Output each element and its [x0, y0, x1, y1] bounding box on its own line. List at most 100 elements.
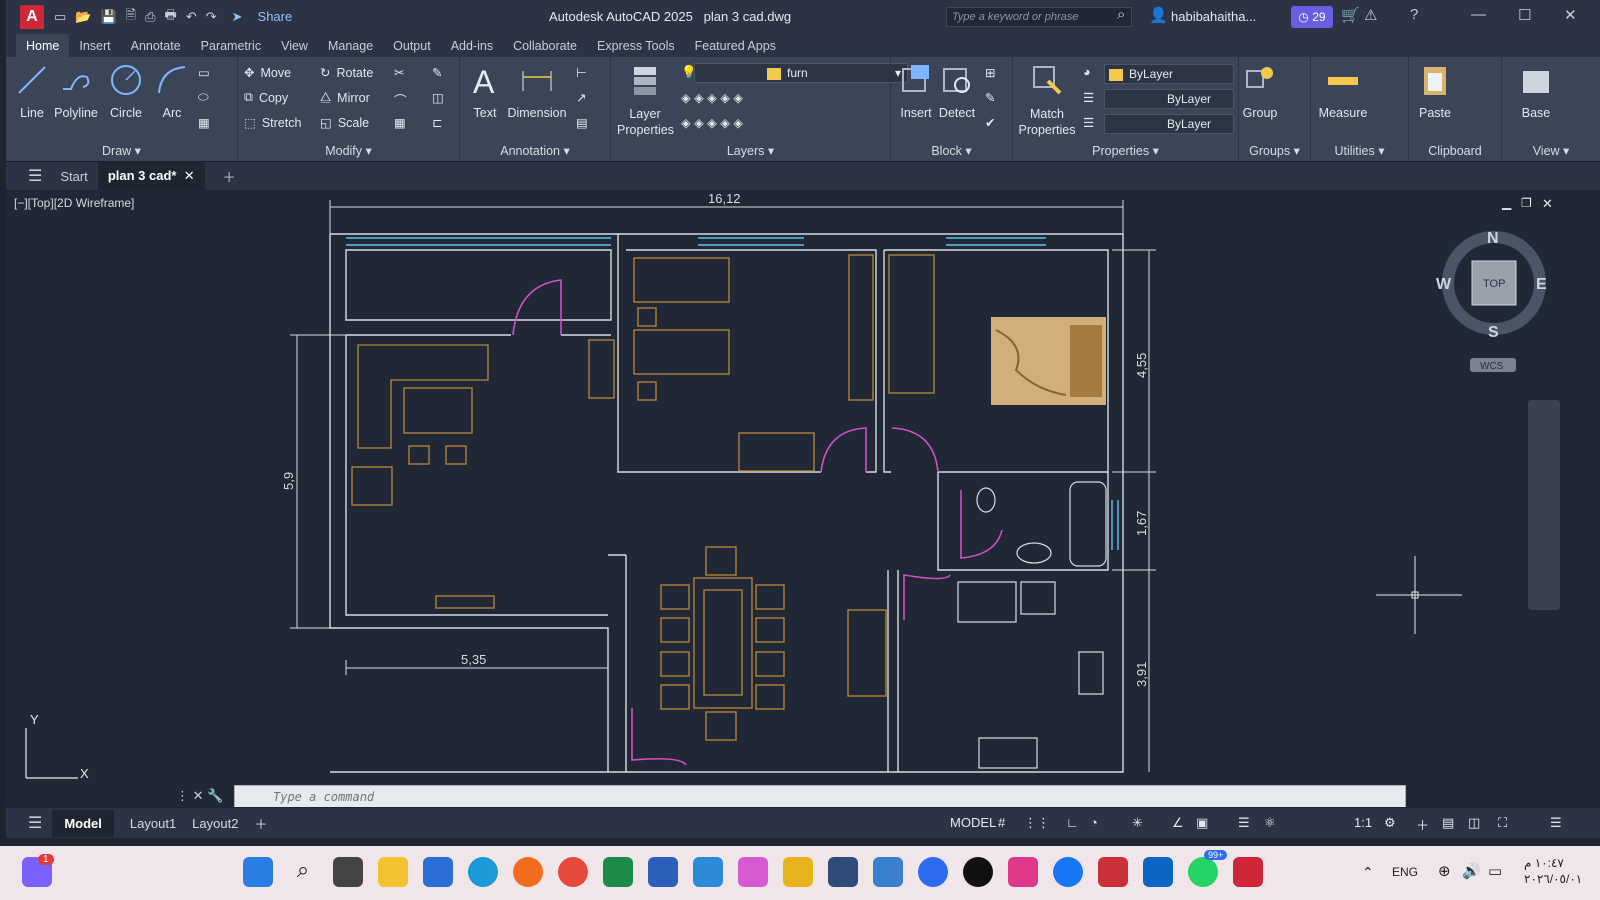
tab-layout2[interactable]: Layout2 [192, 816, 238, 831]
linetype-icon[interactable]: ☰ [1083, 90, 1094, 105]
chrome-icon[interactable] [558, 857, 588, 887]
array-icon[interactable]: ▦ [394, 115, 406, 130]
command-input[interactable] [235, 786, 1405, 807]
detect-button[interactable]: Detect [937, 63, 977, 120]
clock-time[interactable]: ١٠:٤٧ م [1524, 856, 1564, 870]
layers-panel-title[interactable]: Layers ▾ [611, 143, 890, 158]
lineweight-dropdown[interactable]: ByLayer [1104, 114, 1234, 134]
tab-plan-3-cad[interactable]: plan 3 cad* ✕ [97, 162, 205, 190]
start-menu-icon[interactable] [243, 857, 273, 887]
new-file-icon[interactable]: ▭ [54, 9, 66, 25]
clean-screen-icon[interactable]: ⛶ [1498, 815, 1507, 831]
clock-date[interactable]: ٢٠٢٦/٠٥/٠١ [1524, 872, 1582, 886]
whatsapp-icon[interactable] [1188, 857, 1218, 887]
open-file-icon[interactable]: 📂 [75, 9, 91, 25]
excel-icon[interactable] [603, 857, 633, 887]
user-name[interactable]: habibahaitha... [1171, 9, 1256, 24]
save-as-icon[interactable]: 🗎 [126, 6, 136, 28]
customization-icon[interactable]: ☰ [1550, 815, 1562, 831]
annotation-scale[interactable]: 1:1 [1354, 815, 1372, 830]
isolate-objects-icon[interactable]: ◫ [1468, 815, 1480, 831]
attribute-icon[interactable]: ✔ [985, 115, 995, 130]
viewcube-top[interactable]: TOP [1483, 278, 1505, 290]
search-taskbar-icon[interactable]: ⌕ [288, 857, 318, 887]
notepad-icon[interactable] [873, 857, 903, 887]
polyline-button[interactable]: Polyline [52, 63, 100, 120]
tab-layout1[interactable]: Layout1 [130, 816, 176, 831]
paste-button[interactable]: Paste [1417, 63, 1453, 120]
linkedin-icon[interactable] [1143, 857, 1173, 887]
hatch-icon[interactable]: ▦ [198, 115, 210, 130]
help-search-input[interactable]: Type a keyword or phrase [946, 7, 1132, 27]
close-tab-icon[interactable]: ✕ [184, 168, 195, 183]
scale-button[interactable]: ◱ Scale [320, 115, 369, 131]
tab-home[interactable]: Home [16, 34, 70, 57]
modify-panel-title[interactable]: Modify ▾ [238, 143, 459, 158]
cart-icon[interactable]: 🛒 [1341, 6, 1360, 24]
copy-button[interactable]: ⧉ Copy [244, 90, 288, 105]
text-button[interactable]: A Text [468, 63, 502, 120]
autocad-logo-icon[interactable]: A [20, 4, 44, 29]
groups-panel-title[interactable]: Groups ▾ [1239, 143, 1310, 158]
edit-block-icon[interactable]: ✎ [985, 90, 995, 105]
add-layout-icon[interactable]: ＋ [254, 814, 267, 833]
minimize-icon[interactable]: — [1471, 6, 1486, 23]
navigation-bar[interactable] [1528, 400, 1560, 610]
tab-collaborate[interactable]: Collaborate [503, 34, 587, 57]
hardware-acceleration-icon[interactable]: ▤ [1442, 815, 1454, 831]
word-icon[interactable] [648, 857, 678, 887]
lineweight-icon[interactable]: ☰ [1083, 115, 1094, 130]
tab-model[interactable]: Model [52, 809, 114, 837]
close-icon[interactable]: ✕ [1564, 6, 1577, 24]
menu-icon[interactable]: ☰ [28, 166, 42, 186]
insert-button[interactable]: Insert [897, 63, 935, 120]
file-explorer-icon[interactable] [378, 857, 408, 887]
move-button[interactable]: ✥ Move [244, 65, 291, 81]
tab-view[interactable]: View [271, 34, 318, 57]
draw-panel-title[interactable]: Draw ▾ [6, 143, 237, 158]
share-button[interactable]: Share [258, 9, 293, 24]
tab-add-ins[interactable]: Add-ins [441, 34, 503, 57]
zoom-icon[interactable] [918, 857, 948, 887]
offset-icon[interactable]: ⊏ [432, 115, 442, 130]
search-icon[interactable]: ⌕ [1117, 6, 1125, 23]
model-space-toggle[interactable]: MODEL [950, 815, 996, 830]
trim-icon[interactable]: ✂ [394, 65, 404, 80]
show-lineweight-icon[interactable]: ☰ [1238, 815, 1250, 831]
compass-east[interactable]: E [1536, 276, 1547, 293]
fillet-icon[interactable]: ⌒ [394, 90, 407, 109]
utilities-panel-title[interactable]: Utilities ▾ [1311, 143, 1408, 158]
battery-icon[interactable]: ▭ [1488, 862, 1502, 880]
create-block-icon[interactable]: ⊞ [985, 65, 995, 80]
mirror-button[interactable]: ⧋ Mirror [320, 90, 370, 105]
grid-icon[interactable]: # [998, 815, 1005, 830]
lineweight-toggle-icon[interactable]: ∠ [1172, 815, 1184, 831]
compass-north[interactable]: N [1487, 230, 1499, 247]
tab-insert[interactable]: Insert [69, 34, 120, 57]
color-dropdown[interactable]: ByLayer [1104, 64, 1234, 84]
tab-manage[interactable]: Manage [318, 34, 383, 57]
copilot-icon[interactable] [738, 857, 768, 887]
wcs-menu[interactable]: WCS [1480, 361, 1504, 372]
command-line[interactable] [234, 785, 1406, 807]
floor-plan-drawing[interactable]: 16,12 5,9 5,35 4,55 1,67 3,91 TOP N S E … [6, 190, 1600, 807]
block-panel-title[interactable]: Block ▾ [891, 143, 1012, 158]
powerbi-icon[interactable] [783, 857, 813, 887]
annotation-visibility-icon[interactable]: ⚛ [1264, 815, 1276, 831]
network-icon[interactable]: ⊕ [1438, 862, 1451, 880]
publish-icon[interactable]: ⎙ [145, 9, 155, 25]
language-indicator[interactable]: ENG [1392, 865, 1418, 879]
clipboard-panel-title[interactable]: Clipboard [1409, 144, 1501, 158]
tab-express-tools[interactable]: Express Tools [587, 34, 685, 57]
ortho-icon[interactable]: ∟ [1066, 815, 1079, 830]
task-view-icon[interactable] [333, 857, 363, 887]
table-icon[interactable]: ▤ [576, 115, 588, 130]
undo-icon[interactable]: ↶ [186, 9, 197, 25]
leader-icon[interactable]: ↗ [576, 90, 586, 105]
acrobat-icon[interactable] [1098, 857, 1128, 887]
viewport-restore-icon[interactable]: ❐ [1521, 196, 1532, 210]
help-icon[interactable]: ? [1410, 6, 1418, 23]
trial-badge[interactable]: ◷ 29 [1291, 6, 1333, 28]
linear-dim-icon[interactable]: ⊢ [576, 65, 587, 80]
print-icon[interactable]: 🖶 [165, 6, 177, 28]
